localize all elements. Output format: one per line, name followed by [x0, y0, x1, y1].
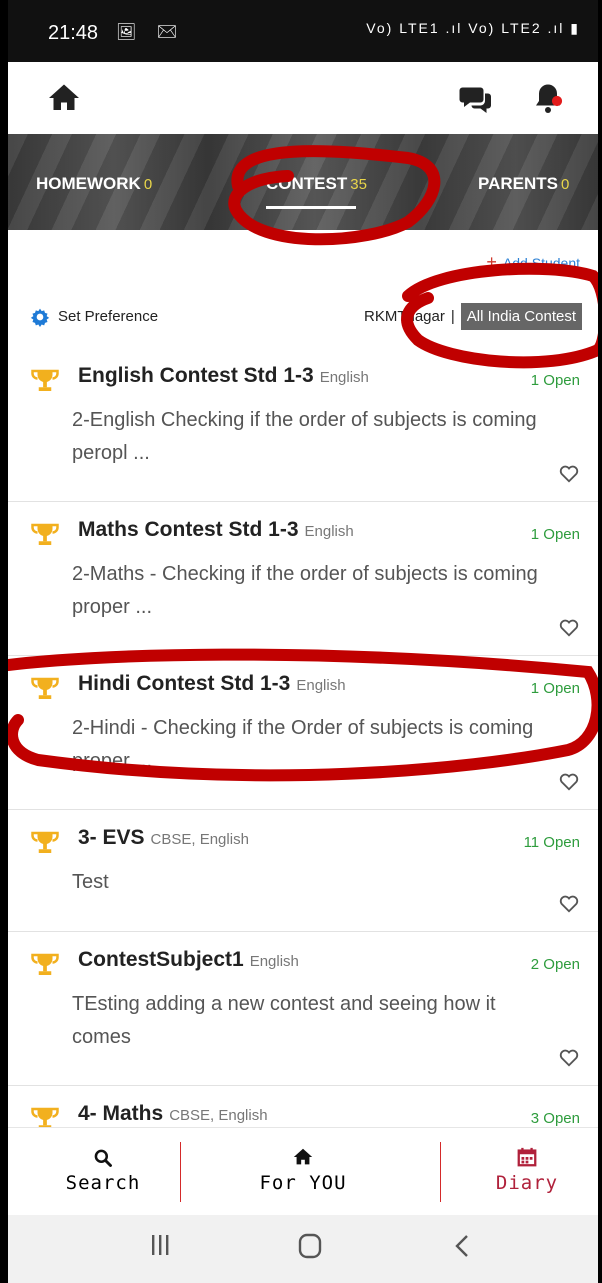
- tab-homework-count: 0: [143, 176, 153, 193]
- active-tab-underline: [266, 206, 356, 209]
- bell-icon[interactable]: [530, 80, 566, 116]
- tab-homework[interactable]: HOMEWORK 0: [36, 174, 152, 194]
- tab-strip: HOMEWORK 0 CONTEST 35 PARENTS 0: [8, 134, 598, 230]
- search-icon: [94, 1149, 112, 1167]
- filter-separator: |: [450, 307, 455, 325]
- heart-icon[interactable]: [558, 1046, 580, 1068]
- app-bar: [8, 62, 598, 135]
- contest-language: English: [319, 369, 369, 386]
- contest-open-count: 1 Open: [530, 680, 580, 697]
- contest-language: CBSE, English: [169, 1107, 268, 1124]
- contest-list-area: + Add Student Set Preference RKMTnagar | …: [8, 230, 598, 1127]
- calendar-icon: [517, 1147, 537, 1167]
- tab-contest-count: 35: [350, 176, 367, 193]
- add-student-label: Add Student: [502, 255, 580, 271]
- home-icon[interactable]: [46, 80, 82, 116]
- back-icon[interactable]: [454, 1233, 470, 1259]
- trophy-icon: [31, 369, 59, 391]
- filter-all-india[interactable]: All India Contest: [460, 302, 582, 330]
- contest-item[interactable]: 4- Maths CBSE, English 3 Open: [8, 1086, 598, 1127]
- contest-open-count: 11 Open: [523, 834, 580, 851]
- heart-icon[interactable]: [558, 616, 580, 638]
- contest-open-count: 1 Open: [530, 372, 580, 389]
- contest-title: ContestSubject1 English: [78, 948, 299, 971]
- android-navigation-bar: [8, 1215, 598, 1283]
- trophy-icon: [31, 953, 59, 975]
- chat-icon[interactable]: [458, 80, 494, 116]
- trophy-icon: [31, 677, 59, 699]
- nav-search-label: Search: [65, 1172, 141, 1194]
- trophy-icon: [31, 523, 59, 545]
- contest-item[interactable]: 3- EVS CBSE, English 11 Open Test: [8, 810, 598, 932]
- contest-description: 2-Hindi - Checking if the Order of subje…: [72, 717, 534, 772]
- contest-title: Maths Contest Std 1-3 English: [78, 518, 354, 541]
- contest-description: Test: [72, 871, 109, 893]
- status-time: 21:48: [48, 22, 99, 44]
- tab-contest-label: CONTEST: [266, 174, 348, 193]
- contest-item[interactable]: English Contest Std 1-3 English 1 Open 2-…: [8, 348, 598, 502]
- tab-parents-label: PARENTS: [478, 174, 558, 193]
- tab-parents[interactable]: PARENTS 0: [478, 174, 569, 194]
- contest-item[interactable]: ContestSubject1 English 2 Open TEsting ad…: [8, 932, 598, 1086]
- contest-language: English: [296, 677, 346, 694]
- contest-list: English Contest Std 1-3 English 1 Open 2-…: [8, 348, 598, 1127]
- contest-description: 2-English Checking if the order of subje…: [72, 409, 537, 464]
- trophy-icon: [31, 831, 59, 853]
- contest-title: 4- Maths CBSE, English: [78, 1102, 268, 1125]
- contest-filters: RKMTnagar | All India Contest: [364, 299, 582, 333]
- nav-for-you[interactable]: For YOU: [228, 1128, 378, 1216]
- filter-school[interactable]: RKMTnagar: [364, 308, 445, 325]
- heart-icon[interactable]: [558, 892, 580, 914]
- heart-icon[interactable]: [558, 770, 580, 792]
- nav-diary-label: Diary: [495, 1172, 559, 1194]
- nav-divider: [440, 1142, 441, 1202]
- tab-parents-count: 0: [560, 176, 570, 193]
- gear-icon[interactable]: [30, 307, 50, 327]
- tab-contest[interactable]: CONTEST 35: [266, 174, 367, 194]
- contest-title: 3- EVS CBSE, English: [78, 826, 249, 849]
- contest-title: English Contest Std 1-3 English: [78, 364, 369, 387]
- plus-icon: +: [486, 252, 497, 272]
- set-preference-label[interactable]: Set Preference: [58, 308, 158, 325]
- bottom-navigation: Search For YOU Diary: [8, 1127, 598, 1216]
- contest-item[interactable]: Hindi Contest Std 1-3 English 1 Open 2-Hi…: [8, 656, 598, 810]
- nav-diary[interactable]: Diary: [472, 1128, 582, 1216]
- contest-description: TEsting adding a new contest and seeing …: [72, 993, 496, 1048]
- nav-for-you-label: For YOU: [259, 1172, 347, 1194]
- contest-language: English: [249, 953, 299, 970]
- phone-screen: 21:48 🖼 ✉ Vo) LTE1 .ıl Vo) LTE2 .ıl ▮ HO…: [8, 0, 598, 1283]
- contest-language: English: [304, 523, 354, 540]
- heart-icon[interactable]: [558, 462, 580, 484]
- nav-search[interactable]: Search: [48, 1128, 158, 1216]
- add-student-link[interactable]: + Add Student: [486, 252, 580, 273]
- home-button-icon[interactable]: [298, 1233, 322, 1259]
- contest-title: Hindi Contest Std 1-3 English: [78, 672, 346, 695]
- contest-item[interactable]: Maths Contest Std 1-3 English 1 Open 2-Ma…: [8, 502, 598, 656]
- trophy-icon: [31, 1107, 59, 1127]
- home-icon: [293, 1148, 313, 1165]
- status-bar: 21:48 🖼 ✉ Vo) LTE1 .ıl Vo) LTE2 .ıl ▮: [8, 0, 598, 62]
- preference-row: Set Preference RKMTnagar | All India Con…: [30, 302, 590, 331]
- contest-open-count: 1 Open: [530, 526, 580, 543]
- recent-apps-icon[interactable]: [150, 1233, 170, 1257]
- nav-divider: [180, 1142, 181, 1202]
- tab-homework-label: HOMEWORK: [36, 174, 141, 193]
- status-notification-icons: 🖼 ✉: [116, 24, 186, 41]
- contest-language: CBSE, English: [150, 831, 249, 848]
- contest-open-count: 2 Open: [530, 956, 580, 973]
- contest-description: 2-Maths - Checking if the order of subje…: [72, 563, 538, 618]
- status-signal-icons: Vo) LTE1 .ıl Vo) LTE2 .ıl ▮: [366, 20, 580, 36]
- contest-open-count: 3 Open: [530, 1110, 580, 1127]
